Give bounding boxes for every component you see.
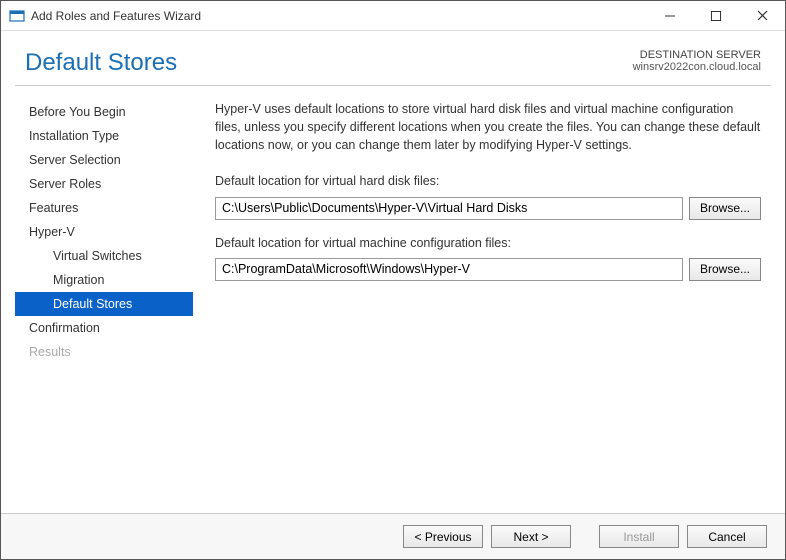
vhd-browse-button[interactable]: Browse... xyxy=(689,197,761,220)
install-button: Install xyxy=(599,525,679,548)
nav-installation-type[interactable]: Installation Type xyxy=(15,124,193,148)
body: Before You Begin Installation Type Serve… xyxy=(1,86,785,513)
sidebar: Before You Begin Installation Type Serve… xyxy=(15,86,193,513)
nav-before-you-begin[interactable]: Before You Begin xyxy=(15,100,193,124)
nav-hyper-v[interactable]: Hyper-V xyxy=(15,220,193,244)
main-panel: Hyper-V uses default locations to store … xyxy=(193,86,771,513)
maximize-button[interactable] xyxy=(693,1,739,30)
window-title: Add Roles and Features Wizard xyxy=(31,9,647,23)
minimize-button[interactable] xyxy=(647,1,693,30)
vm-config-location-input[interactable] xyxy=(215,258,683,281)
nav-virtual-switches[interactable]: Virtual Switches xyxy=(15,244,193,268)
footer: < Previous Next > Install Cancel xyxy=(1,513,785,559)
vhd-location-row: Browse... xyxy=(215,197,761,220)
close-button[interactable] xyxy=(739,1,785,30)
window-controls xyxy=(647,1,785,30)
description-text: Hyper-V uses default locations to store … xyxy=(215,100,761,154)
nav-server-selection[interactable]: Server Selection xyxy=(15,148,193,172)
destination-info: DESTINATION SERVER winsrv2022con.cloud.l… xyxy=(633,49,761,73)
titlebar: Add Roles and Features Wizard xyxy=(1,1,785,31)
vhd-location-input[interactable] xyxy=(215,197,683,220)
nav-server-roles[interactable]: Server Roles xyxy=(15,172,193,196)
nav-migration[interactable]: Migration xyxy=(15,268,193,292)
nav-results: Results xyxy=(15,340,193,364)
page-title: Default Stores xyxy=(25,49,177,77)
destination-server-name: winsrv2022con.cloud.local xyxy=(633,61,761,73)
vm-config-browse-button[interactable]: Browse... xyxy=(689,258,761,281)
nav-confirmation[interactable]: Confirmation xyxy=(15,316,193,340)
vm-config-location-row: Browse... xyxy=(215,258,761,281)
vhd-location-label: Default location for virtual hard disk f… xyxy=(215,172,761,190)
cancel-button[interactable]: Cancel xyxy=(687,525,767,548)
vm-config-location-label: Default location for virtual machine con… xyxy=(215,234,761,252)
nav-features[interactable]: Features xyxy=(15,196,193,220)
destination-label: DESTINATION SERVER xyxy=(633,49,761,61)
app-icon xyxy=(9,8,25,24)
previous-button[interactable]: < Previous xyxy=(403,525,483,548)
header: Default Stores DESTINATION SERVER winsrv… xyxy=(1,31,785,85)
nav-default-stores[interactable]: Default Stores xyxy=(15,292,193,316)
window: Add Roles and Features Wizard Default St… xyxy=(0,0,786,560)
next-button[interactable]: Next > xyxy=(491,525,571,548)
